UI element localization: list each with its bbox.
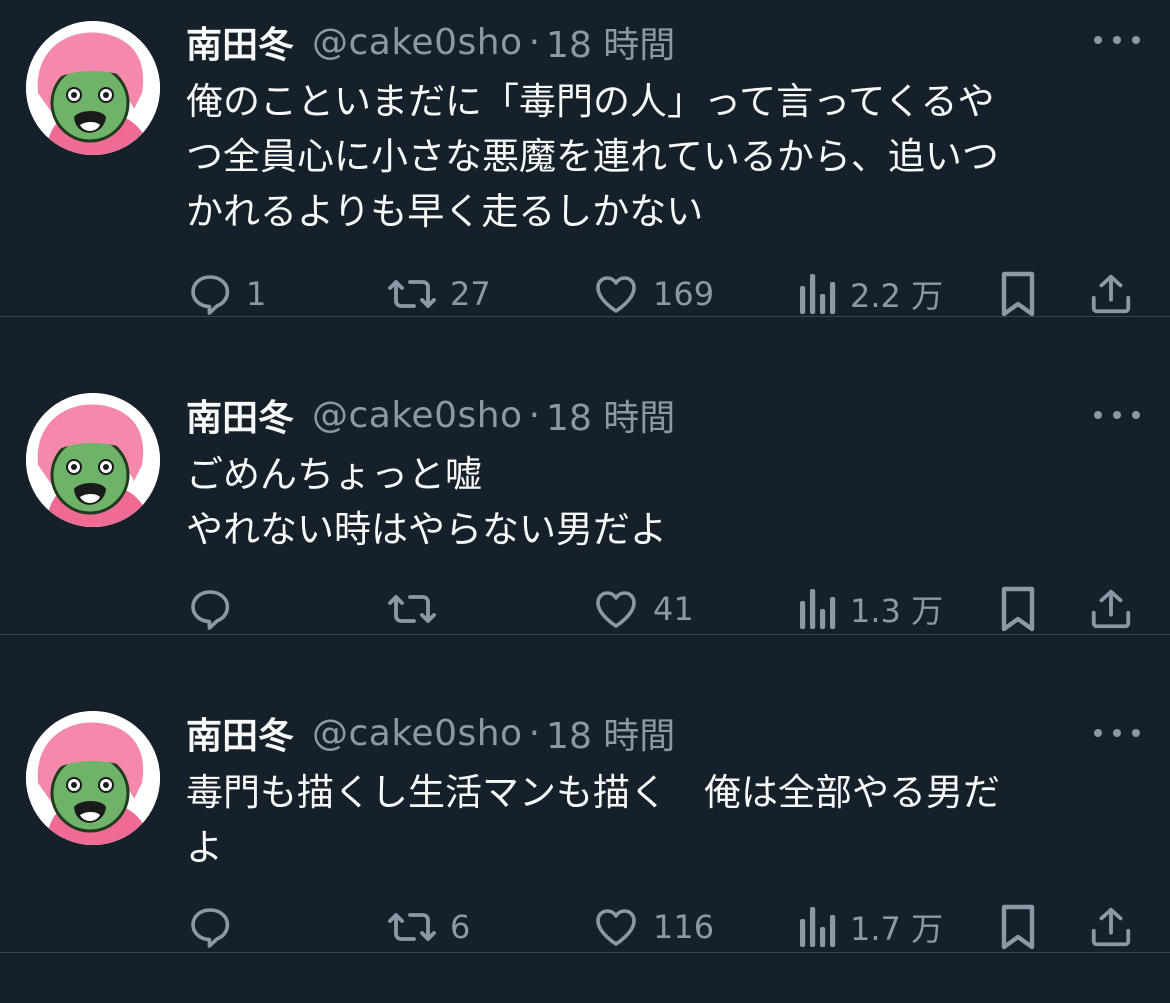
tweet-text: 俺のこといまだに「毒門の人」って言ってくるや つ全員心に小さな悪魔を連れているか… [186, 74, 1126, 239]
like-count: 169 [653, 275, 715, 313]
action-bar: 41 1.3 万 [186, 581, 1140, 637]
more-options-icon[interactable] [1094, 721, 1140, 745]
tweet-header: 南田冬 @cake0sho · 18 時間 [186, 387, 675, 443]
avatar[interactable] [26, 393, 160, 527]
share-upload-icon [1091, 907, 1131, 947]
retweet-icon [388, 595, 436, 623]
reply-icon [191, 908, 230, 948]
tweet-text-line: 毒門も描くし生活マンも描く 俺は全部やる男だ [186, 771, 1000, 814]
more-options-icon[interactable] [1094, 28, 1140, 52]
timestamp[interactable]: 18 時間 [546, 16, 675, 68]
views-count: 1.7 万 [850, 910, 944, 948]
tweet[interactable]: 南田冬 @cake0sho · 18 時間 ごめんちょっと嘘 やれない時はやらな… [0, 317, 1170, 635]
heart-icon [596, 909, 636, 946]
tweet-text: 毒門も描くし生活マンも描く 俺は全部やる男だ よ [186, 765, 1126, 875]
reply-icon [191, 275, 230, 315]
tweet-text-line: 俺のこといまだに「毒門の人」って言ってくるや [186, 80, 995, 123]
avatar[interactable] [26, 711, 160, 845]
views-bar-chart-icon [800, 589, 836, 629]
bookmark-icon [1001, 586, 1035, 632]
views-bar-chart-icon [800, 274, 836, 314]
bookmark-button[interactable] [996, 581, 1040, 637]
share-button[interactable] [1088, 581, 1134, 637]
retweet-count: 6 [450, 908, 471, 946]
tweet-text-line: ごめんちょっと嘘 [186, 453, 482, 496]
retweet-button[interactable]: 27 [386, 266, 491, 322]
like-count: 116 [653, 908, 715, 946]
bookmark-button[interactable] [996, 899, 1040, 955]
action-bar: 1 27 169 2.2 万 [186, 266, 1140, 322]
avatar[interactable] [26, 21, 160, 155]
tweet-text: ごめんちょっと嘘 やれない時はやらない男だよ [186, 447, 1126, 557]
share-button[interactable] [1088, 266, 1134, 322]
user-handle[interactable]: @cake0sho [312, 22, 523, 63]
views-count: 2.2 万 [850, 277, 944, 315]
heart-icon [596, 591, 636, 628]
retweet-count: 27 [450, 275, 491, 313]
retweet-icon [388, 913, 436, 941]
tweet-header: 南田冬 @cake0sho · 18 時間 [186, 705, 675, 761]
views-bar-chart-icon [800, 907, 836, 947]
bookmark-icon [1001, 904, 1035, 950]
separator-dot: · [528, 712, 541, 754]
retweet-button[interactable] [386, 581, 450, 637]
views-count: 1.3 万 [850, 592, 944, 630]
like-button[interactable]: 41 [591, 581, 694, 637]
avatar-illustration [26, 393, 160, 527]
views-button[interactable]: 1.7 万 [796, 899, 943, 955]
tweet-text-line: やれない時はやらない男だよ [186, 508, 667, 551]
tweet-header: 南田冬 @cake0sho · 18 時間 [186, 14, 675, 70]
retweet-icon [388, 280, 436, 308]
share-upload-icon [1091, 274, 1131, 314]
reply-button[interactable]: 1 [186, 266, 266, 322]
separator-dot: · [528, 394, 541, 436]
like-button[interactable]: 116 [591, 899, 714, 955]
tweet-text-line: つ全員心に小さな悪魔を連れているから、追いつ [186, 135, 999, 178]
tweet[interactable]: 南田冬 @cake0sho · 18 時間 俺のこといまだに「毒門の人」って言っ… [0, 0, 1170, 317]
bookmark-button[interactable] [996, 266, 1040, 322]
reply-button[interactable] [186, 899, 246, 955]
separator-dot: · [528, 21, 541, 63]
display-name[interactable]: 南田冬 [186, 389, 294, 441]
bookmark-icon [1001, 271, 1035, 317]
action-bar: 6 116 1.7 万 [186, 899, 1140, 955]
user-handle[interactable]: @cake0sho [312, 395, 523, 436]
display-name[interactable]: 南田冬 [186, 707, 294, 759]
tweet[interactable]: 南田冬 @cake0sho · 18 時間 毒門も描くし生活マンも描く 俺は全部… [0, 635, 1170, 953]
heart-icon [596, 276, 636, 313]
user-handle[interactable]: @cake0sho [312, 713, 523, 754]
tweet-text-line: かれるよりも早く走るしかない [186, 190, 704, 233]
tweet-text-line: よ [186, 826, 223, 869]
like-button[interactable]: 169 [591, 266, 714, 322]
reply-button[interactable] [186, 581, 246, 637]
views-button[interactable]: 2.2 万 [796, 266, 943, 322]
reply-icon [191, 590, 230, 630]
share-upload-icon [1091, 589, 1131, 629]
display-name[interactable]: 南田冬 [186, 16, 294, 68]
views-button[interactable]: 1.3 万 [796, 581, 943, 637]
avatar-illustration [26, 21, 160, 155]
timestamp[interactable]: 18 時間 [546, 707, 675, 759]
reply-count: 1 [246, 275, 267, 313]
more-options-icon[interactable] [1094, 403, 1140, 427]
share-button[interactable] [1088, 899, 1134, 955]
like-count: 41 [653, 590, 694, 628]
timestamp[interactable]: 18 時間 [546, 389, 675, 441]
avatar-illustration [26, 711, 160, 845]
retweet-button[interactable]: 6 [386, 899, 470, 955]
